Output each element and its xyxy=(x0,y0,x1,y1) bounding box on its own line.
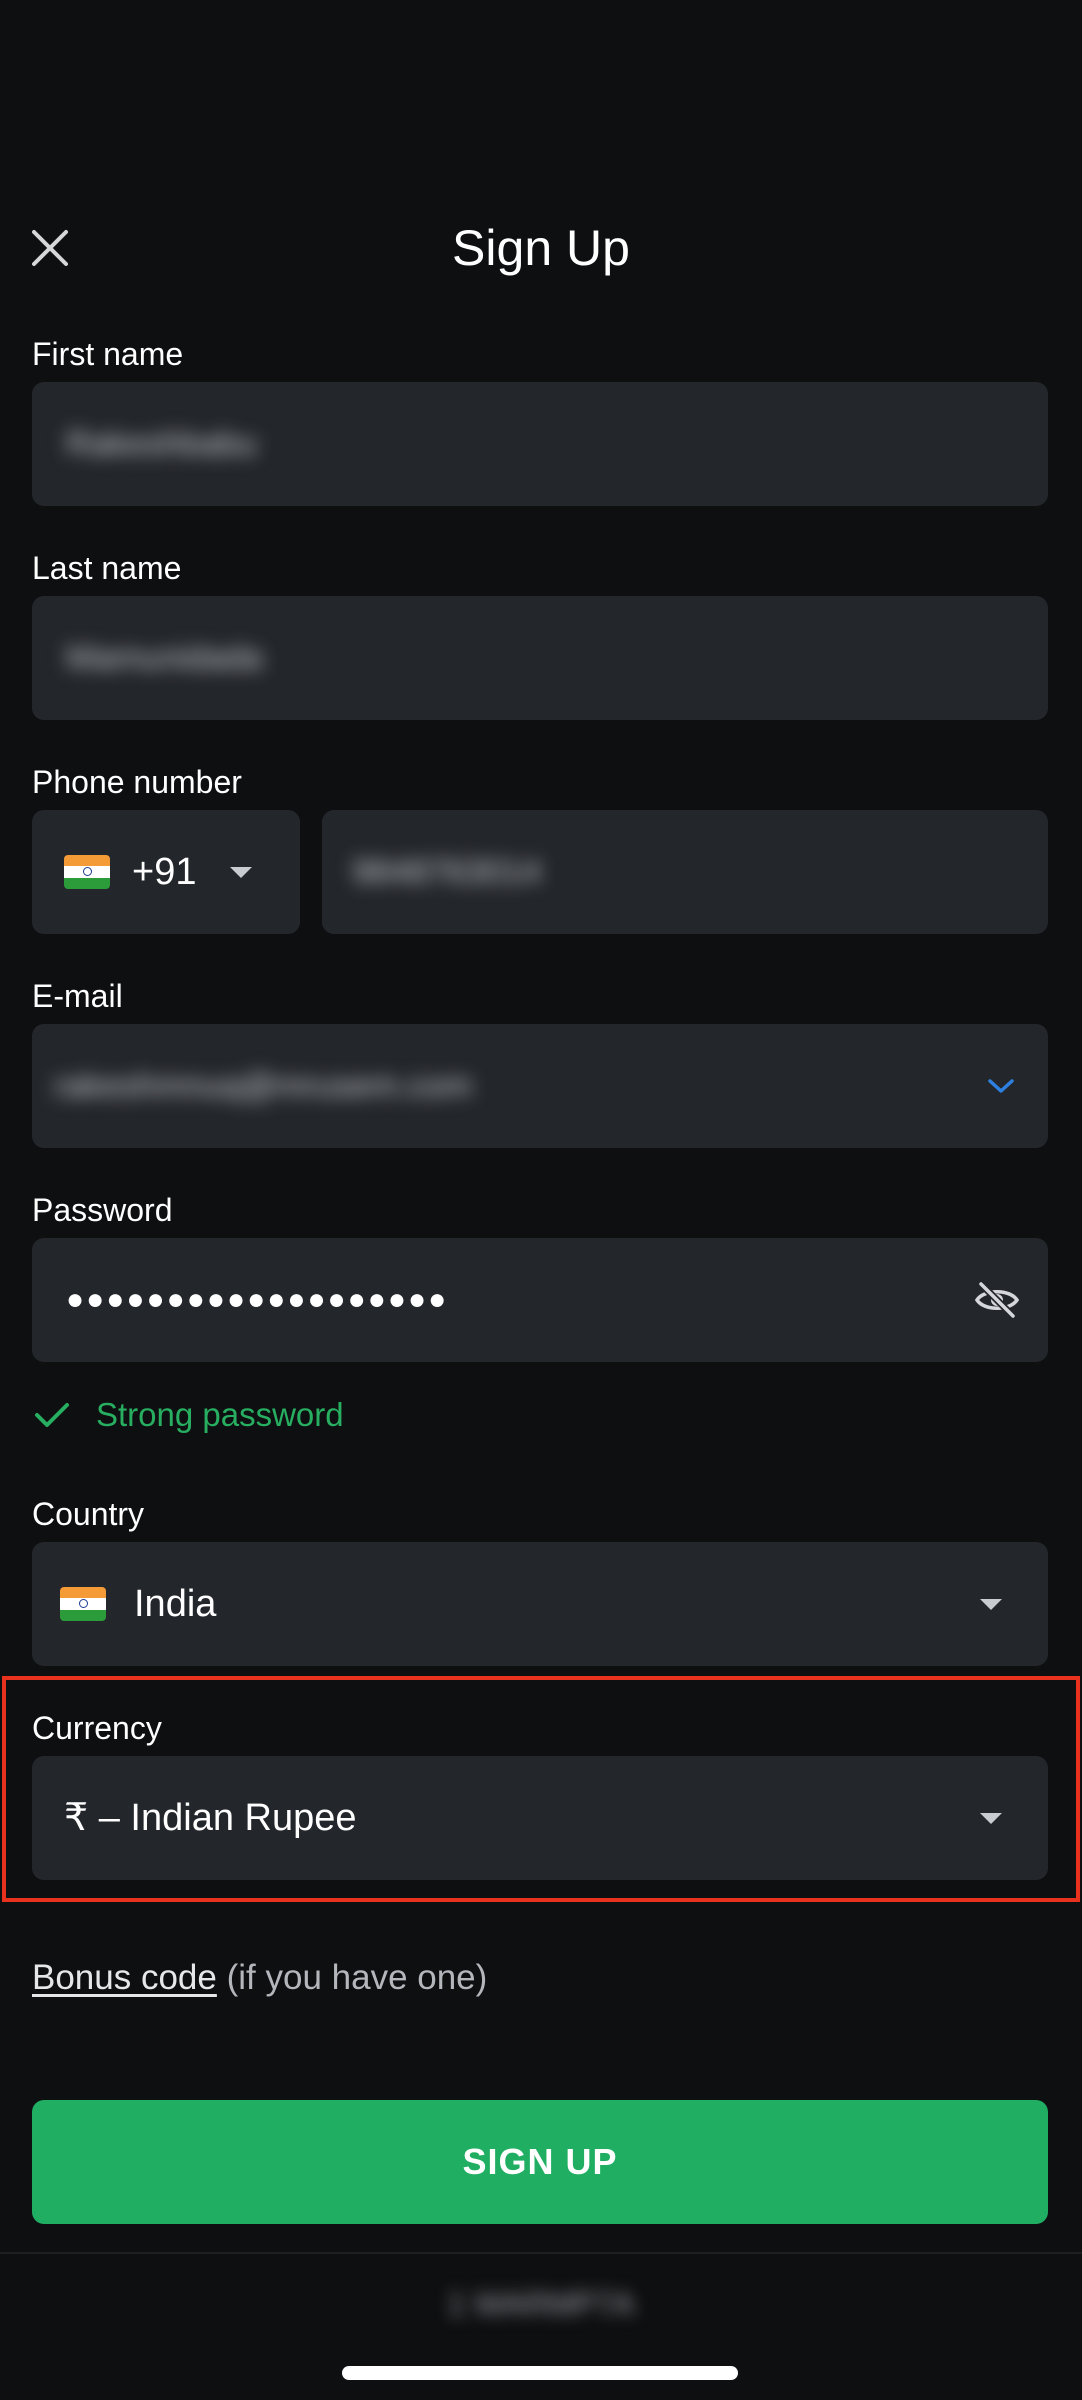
last-name-field[interactable]: Mamunidada xyxy=(32,596,1048,720)
email-value: rakeshmnuq@mrusem.com xyxy=(54,1066,473,1105)
password-strength: Strong password xyxy=(34,1396,344,1434)
currency-select[interactable]: ₹ – Indian Rupee xyxy=(32,1756,1048,1880)
first-name-value: Rakeshbabu xyxy=(66,424,257,463)
phone-number-value: 9848763014 xyxy=(352,852,542,891)
chevron-down-icon[interactable] xyxy=(986,1076,1016,1096)
email-label: E-mail xyxy=(32,978,123,1014)
country-value: India xyxy=(134,1583,217,1625)
email-field[interactable]: rakeshmnuq@mrusem.com xyxy=(32,1024,1048,1148)
country-select[interactable]: India xyxy=(32,1542,1048,1666)
india-flag-icon xyxy=(60,1587,106,1621)
phone-number-field[interactable]: 9848763014 xyxy=(322,810,1048,934)
caret-down-icon xyxy=(980,1812,1002,1824)
password-label: Password xyxy=(32,1192,173,1228)
caret-down-icon xyxy=(980,1598,1002,1610)
currency-label: Currency xyxy=(32,1710,162,1746)
phone-label: Phone number xyxy=(32,764,242,800)
divider xyxy=(0,2252,1082,2254)
bonus-code-hint: (if you have one) xyxy=(216,1958,488,1997)
password-strength-text: Strong password xyxy=(96,1396,344,1433)
first-name-field[interactable]: Rakeshbabu xyxy=(32,382,1048,506)
country-label: Country xyxy=(32,1496,145,1532)
country-code-selector[interactable]: +91 xyxy=(32,810,300,934)
password-field[interactable]: ●●●●●●●●●●●●●●●●●●● xyxy=(32,1238,1048,1362)
india-flag-icon xyxy=(64,855,110,889)
home-indicator[interactable] xyxy=(342,2366,738,2380)
caret-down-icon xyxy=(230,866,253,878)
signup-screen: Sign Up First name Rakeshbabu Last name … xyxy=(0,0,1082,2400)
bonus-code-link[interactable]: Bonus code xyxy=(32,1958,217,1997)
page-title: Sign Up xyxy=(452,220,630,276)
eye-off-icon[interactable] xyxy=(974,1280,1020,1320)
password-value: ●●●●●●●●●●●●●●●●●●● xyxy=(66,1283,449,1316)
first-name-label: First name xyxy=(32,336,184,372)
currency-value: ₹ – Indian Rupee xyxy=(64,1797,357,1839)
sign-up-button[interactable]: SIGN UP xyxy=(32,2100,1048,2224)
footer-blurred-text: 1 WARMP7A xyxy=(447,2286,635,2322)
last-name-value: Mamunidada xyxy=(66,638,263,677)
country-code-value: +91 xyxy=(132,851,197,893)
last-name-label: Last name xyxy=(32,550,182,586)
bonus-code-row: Bonus code (if you have one) xyxy=(32,1958,487,1998)
check-icon xyxy=(35,1403,69,1427)
